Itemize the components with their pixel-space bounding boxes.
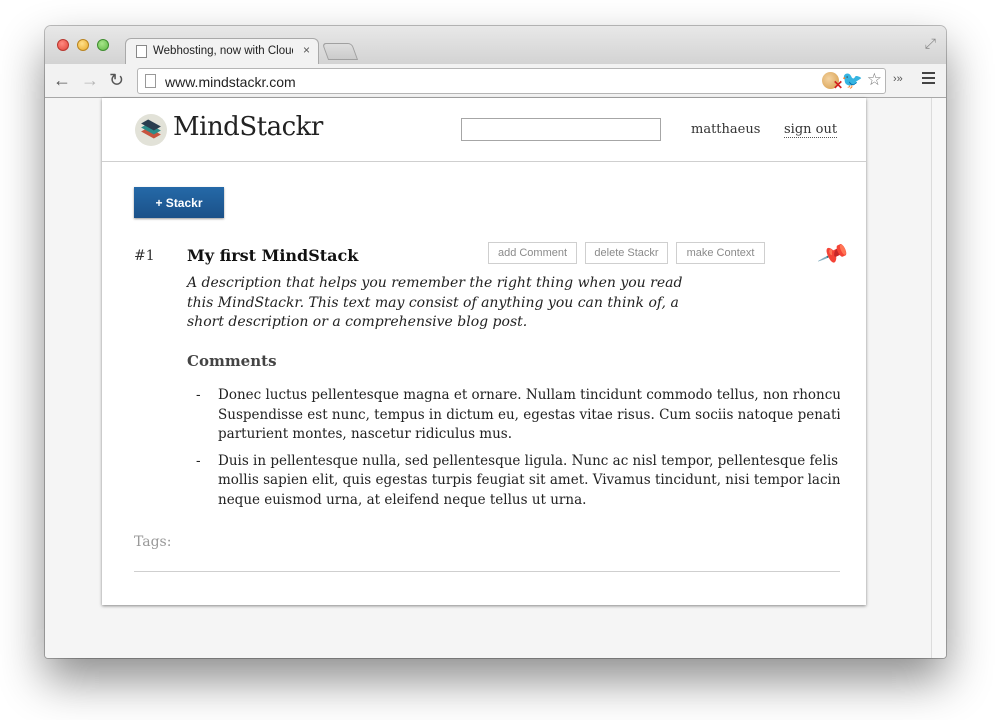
scrollbar[interactable] — [931, 98, 946, 658]
arrow-left-icon[interactable]: ← — [53, 70, 71, 90]
comment-list: - Donec luctus pellentesque magna et orn… — [187, 386, 840, 517]
page-icon — [136, 45, 147, 58]
stack-description: A description that helps you remember th… — [187, 274, 707, 333]
comment-line: neque euismod urna, at eleifend neque te… — [218, 491, 587, 508]
description-line: this MindStackr. This text may consist o… — [187, 294, 679, 311]
content-card: MindStackr matthaeus sign out + Stackr #… — [102, 98, 866, 605]
overflow-extensions-button[interactable]: ›» — [893, 73, 903, 85]
comment-line: Donec luctus pellentesque magna et ornar… — [218, 387, 840, 403]
browser-toolbar: ← → ↻ www.mindstackr.com ✕ 🐦 ☆ ›» — [45, 64, 946, 98]
site-logo-text[interactable]: MindStackr — [173, 112, 323, 142]
arrow-right-icon[interactable]: → — [81, 70, 99, 90]
tab-title: Webhosting, now with Cloud — [153, 45, 293, 57]
stack-title: My first MindStack — [187, 246, 359, 265]
fullscreen-icon[interactable]: ⤢ — [925, 35, 936, 52]
add-stackr-button[interactable]: + Stackr — [134, 187, 224, 218]
browser-tab[interactable]: Webhosting, now with Cloud × — [125, 38, 319, 65]
stacked-layers-icon[interactable] — [135, 114, 167, 146]
pushpin-icon[interactable]: 📌 — [816, 238, 851, 272]
sign-out-link[interactable]: sign out — [784, 122, 838, 138]
delete-stackr-button[interactable]: delete Stackr — [585, 242, 668, 264]
title-bar: Webhosting, now with Cloud × ⤢ — [45, 26, 946, 65]
comment-line: mollis sapien elit, quis egestas turpis … — [218, 472, 840, 488]
comment-line: Suspendisse est nunc, tempus in dictum e… — [218, 406, 840, 423]
comment-line: Duis in pellentesque nulla, sed pellente… — [218, 452, 839, 469]
zoom-window-button[interactable] — [97, 39, 109, 51]
list-dash: - — [196, 387, 201, 403]
tags-label: Tags: — [134, 534, 172, 550]
page-viewport: MindStackr matthaeus sign out + Stackr #… — [45, 98, 931, 658]
hamburger-menu-icon[interactable] — [922, 72, 935, 87]
close-window-button[interactable] — [57, 39, 69, 51]
description-line: short description or a comprehensive blo… — [187, 314, 528, 330]
browser-window: Webhosting, now with Cloud × ⤢ ← → ↻ www… — [45, 26, 946, 658]
star-icon[interactable]: ☆ — [867, 70, 882, 90]
comment-item: - Duis in pellentesque nulla, sed pellen… — [187, 452, 840, 511]
list-dash: - — [196, 452, 201, 469]
stack-number: #1 — [134, 248, 155, 264]
new-tab-button[interactable] — [321, 43, 359, 60]
url-text[interactable]: www.mindstackr.com — [165, 74, 296, 90]
add-comment-button[interactable]: add Comment — [488, 242, 577, 264]
search-input[interactable] — [461, 118, 661, 141]
divider — [134, 571, 840, 572]
description-line: A description that helps you remember th… — [187, 275, 683, 291]
username-link[interactable]: matthaeus — [691, 122, 760, 137]
address-bar[interactable]: www.mindstackr.com ✕ 🐦 ☆ — [137, 68, 886, 94]
tab-close-icon[interactable]: × — [303, 43, 310, 57]
reload-icon[interactable]: ↻ — [109, 70, 124, 90]
comment-item: - Donec luctus pellentesque magna et orn… — [187, 386, 840, 445]
minimize-window-button[interactable] — [77, 39, 89, 51]
comments-heading: Comments — [187, 352, 277, 370]
make-context-button[interactable]: make Context — [676, 242, 765, 264]
page-icon — [145, 74, 156, 88]
comment-line: parturient montes, nascetur ridiculus mu… — [218, 426, 513, 442]
site-header: MindStackr matthaeus sign out — [102, 98, 866, 162]
twitter-bird-icon[interactable]: 🐦 — [842, 71, 863, 91]
